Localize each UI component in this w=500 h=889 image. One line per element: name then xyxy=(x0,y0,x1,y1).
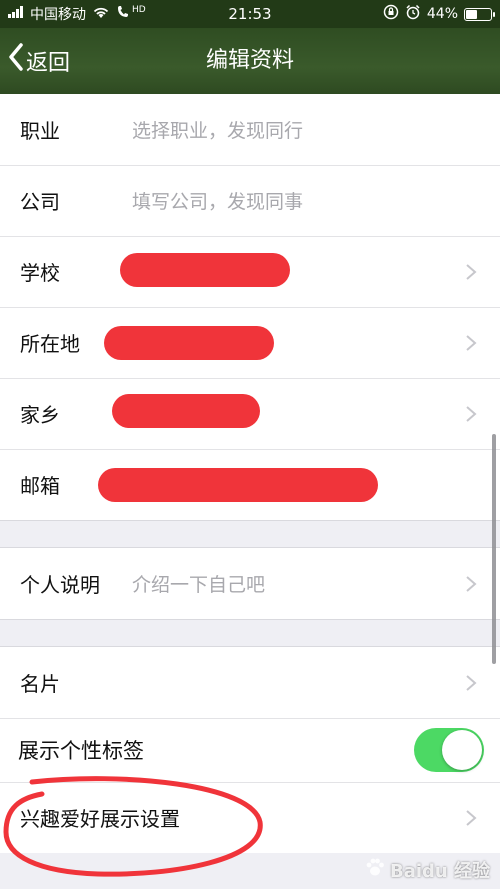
battery-percent: 44% xyxy=(426,6,458,22)
interests-settings-label: 兴趣爱好展示设置 xyxy=(20,807,180,831)
toggle-knob xyxy=(442,730,482,770)
chevron-right-icon xyxy=(466,263,477,280)
row-school[interactable]: 学校 xyxy=(0,236,500,307)
watermark-text: Baidu 经验 xyxy=(389,860,490,882)
settings-list: 职业 选择职业，发现同行 公司 填写公司，发现同事 学校 所在地 家乡 邮箱 个… xyxy=(0,94,500,853)
profile-info-group: 职业 选择职业，发现同行 公司 填写公司，发现同事 学校 所在地 家乡 邮箱 xyxy=(0,94,500,520)
business-card-label: 名片 xyxy=(20,672,60,696)
occupation-placeholder: 选择职业，发现同行 xyxy=(132,120,304,142)
section-divider xyxy=(0,619,500,647)
section-divider xyxy=(0,520,500,548)
row-business-card[interactable]: 名片 xyxy=(0,647,500,718)
back-button[interactable]: 返回 xyxy=(8,42,70,80)
battery-fill xyxy=(466,9,477,19)
bio-placeholder: 介绍一下自己吧 xyxy=(132,574,266,596)
chevron-right-icon xyxy=(466,674,477,691)
redaction-mark xyxy=(112,394,260,428)
status-left: 中国移动 HD xyxy=(8,4,146,24)
rotation-lock-icon xyxy=(383,4,399,24)
row-company[interactable]: 公司 填写公司，发现同事 xyxy=(0,165,500,236)
battery-icon xyxy=(464,7,495,21)
chevron-right-icon xyxy=(466,405,477,422)
redaction-mark xyxy=(104,326,274,360)
back-label: 返回 xyxy=(26,51,71,76)
row-email[interactable]: 邮箱 xyxy=(0,449,500,520)
bio-label: 个人说明 xyxy=(20,573,100,597)
row-interests-settings[interactable]: 兴趣爱好展示设置 xyxy=(0,782,500,853)
status-bar: 中国移动 HD 21:53 44% xyxy=(0,0,500,28)
chevron-left-icon xyxy=(8,42,24,77)
watermark: Baidu 经验 xyxy=(364,856,490,883)
row-location[interactable]: 所在地 xyxy=(0,307,500,378)
status-right: 44% xyxy=(383,4,495,24)
school-label: 学校 xyxy=(20,261,60,285)
display-group: 名片 展示个性标签 兴趣爱好展示设置 xyxy=(0,647,500,853)
row-hometown[interactable]: 家乡 xyxy=(0,378,500,449)
company-placeholder: 填写公司，发现同事 xyxy=(132,191,304,213)
company-label: 公司 xyxy=(20,190,60,214)
row-occupation[interactable]: 职业 选择职业，发现同行 xyxy=(0,94,500,165)
show-tags-toggle[interactable] xyxy=(414,728,484,772)
show-tags-label: 展示个性标签 xyxy=(18,739,144,763)
redaction-mark xyxy=(120,253,290,287)
signal-icon xyxy=(8,6,24,22)
chevron-right-icon xyxy=(466,809,477,826)
scroll-indicator xyxy=(492,434,496,664)
bio-group: 个人说明 介绍一下自己吧 xyxy=(0,548,500,619)
occupation-label: 职业 xyxy=(20,119,60,143)
row-bio[interactable]: 个人说明 介绍一下自己吧 xyxy=(0,548,500,619)
row-show-tags: 展示个性标签 xyxy=(0,718,500,782)
carrier-name: 中国移动 xyxy=(30,7,86,23)
paw-icon xyxy=(364,856,386,883)
page-title: 编辑资料 xyxy=(205,48,294,73)
alarm-icon xyxy=(405,4,421,24)
wifi-icon xyxy=(92,6,110,23)
redaction-mark xyxy=(98,468,378,502)
chevron-right-icon xyxy=(466,575,477,592)
hd-badge: HD xyxy=(132,5,146,15)
navigation-bar: 返回 编辑资料 xyxy=(0,28,500,94)
chevron-right-icon xyxy=(466,334,477,351)
